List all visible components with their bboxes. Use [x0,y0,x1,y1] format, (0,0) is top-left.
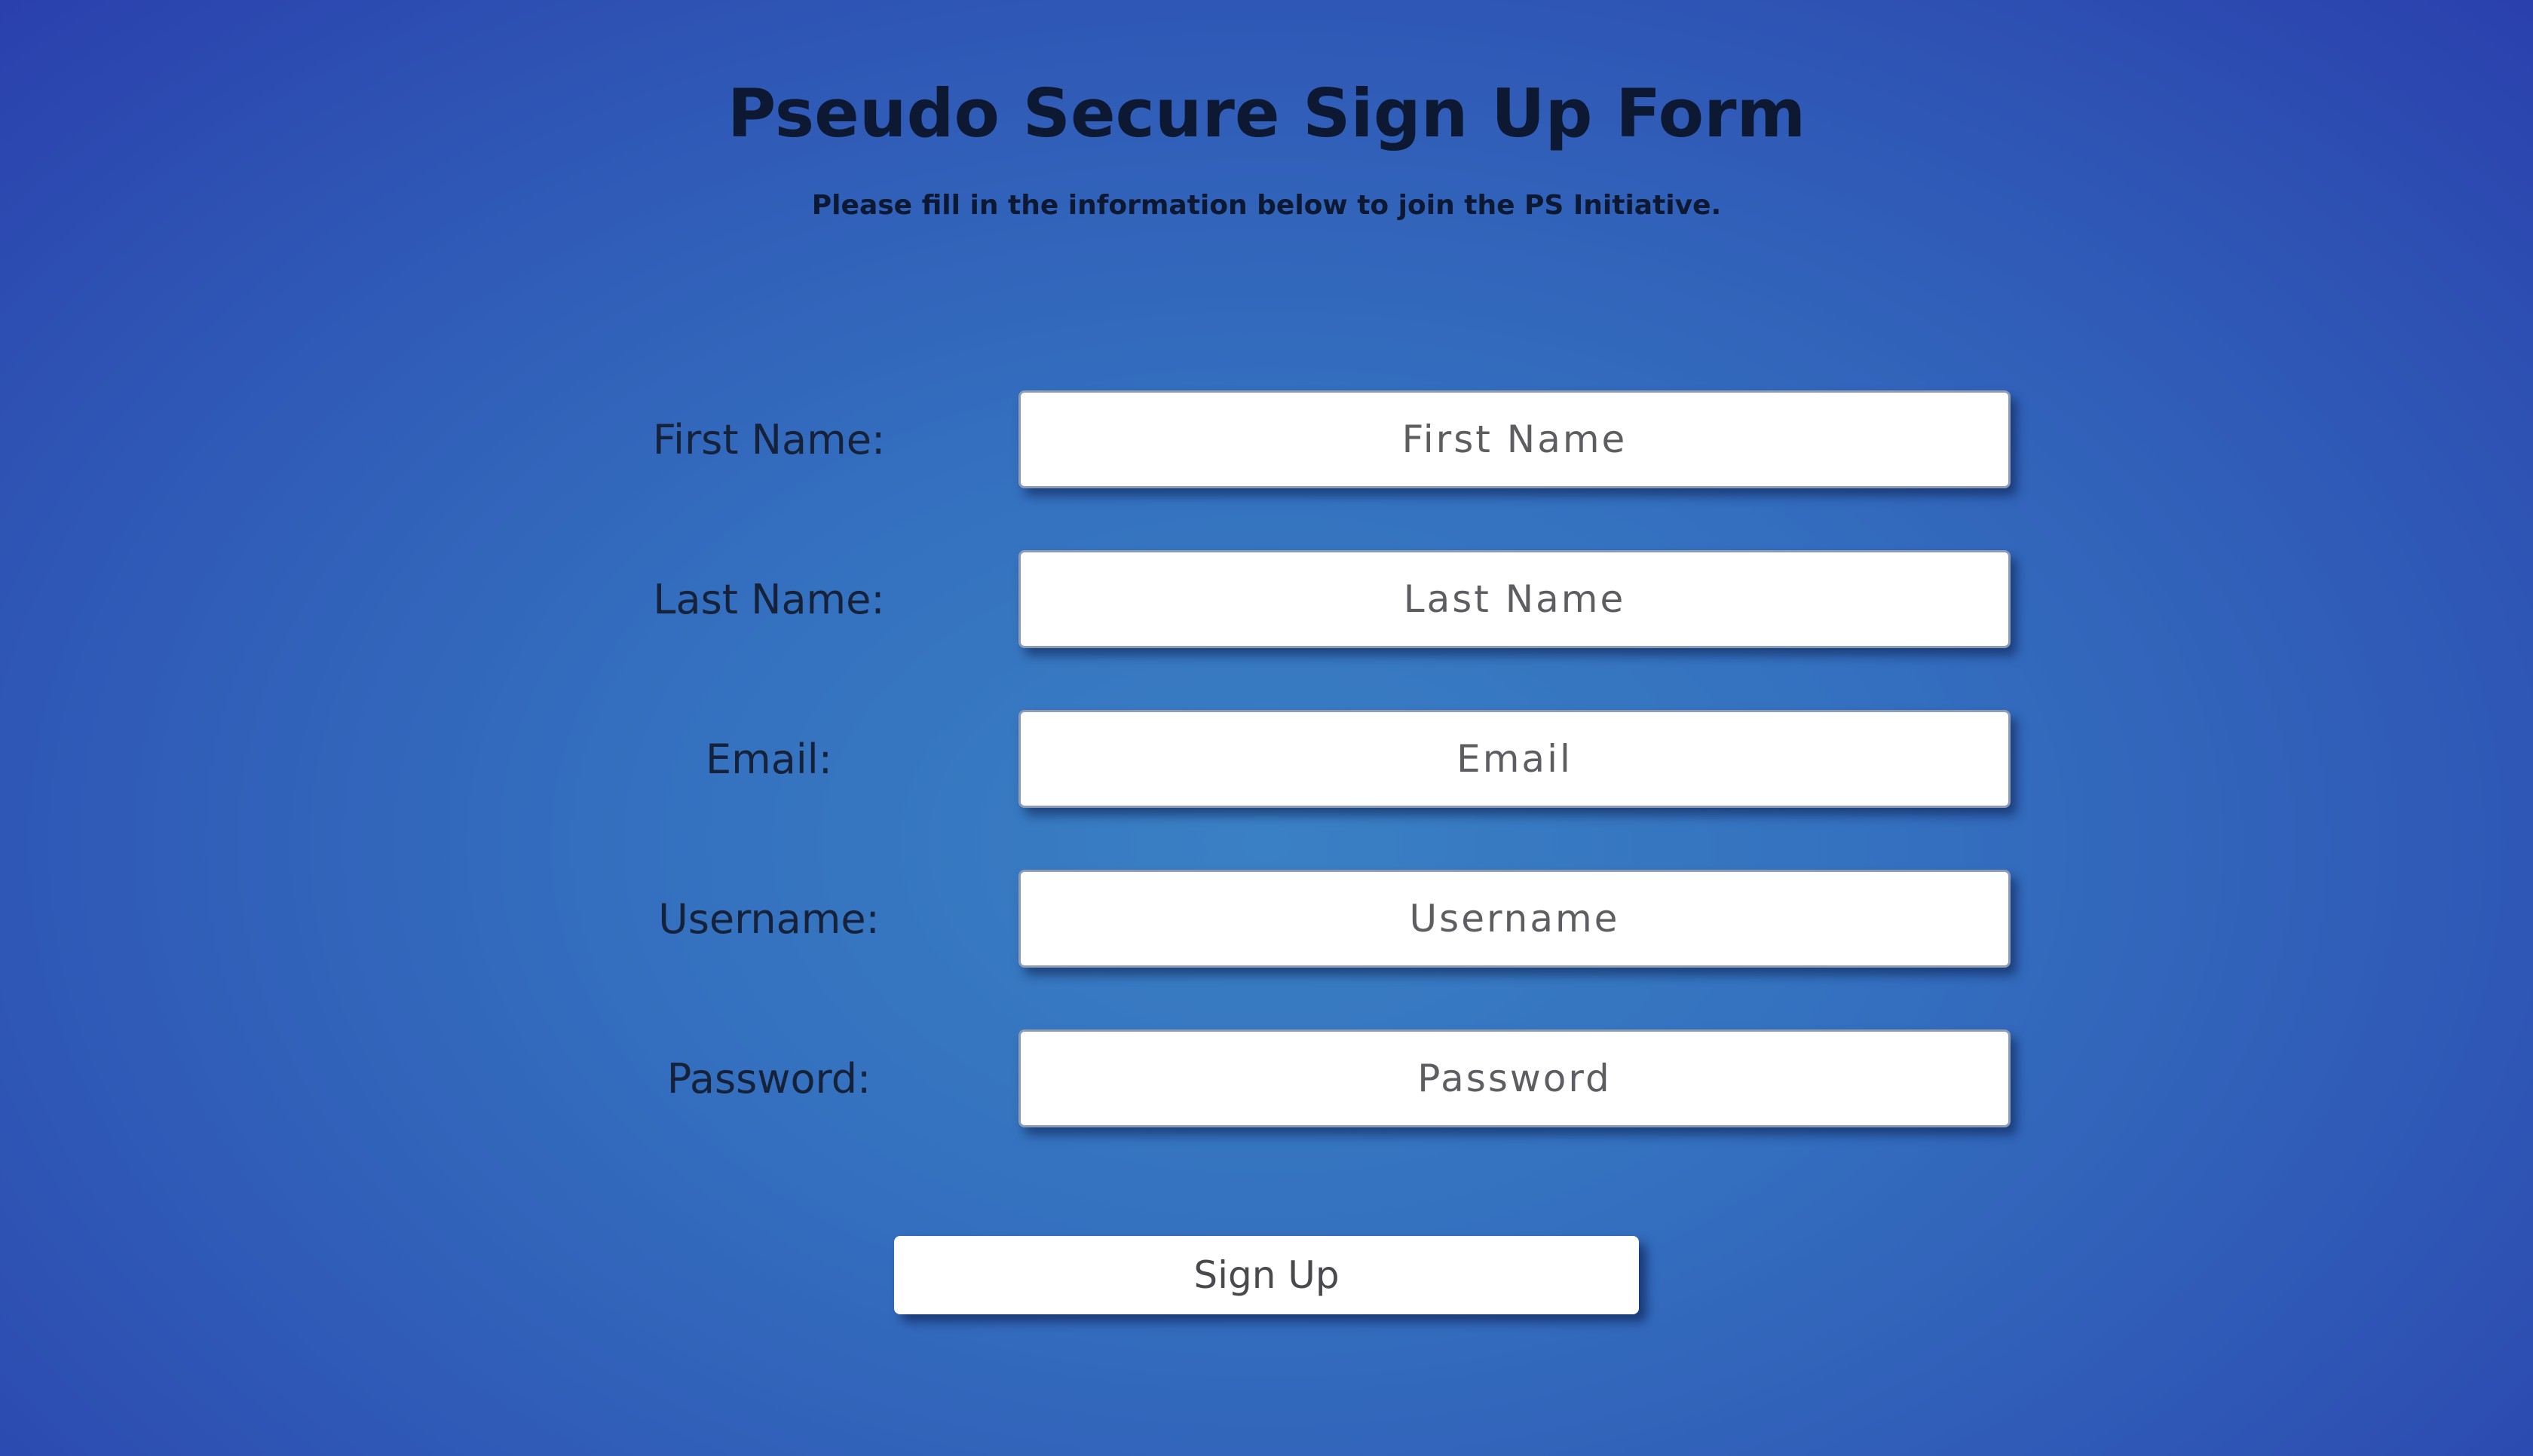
first-name-input[interactable] [1018,390,2011,488]
username-row: Username: [0,870,2533,969]
email-row: Email: [0,710,2533,809]
username-input[interactable] [1018,870,2011,968]
last-name-input[interactable] [1018,550,2011,648]
first-name-label: First Name: [652,416,886,463]
email-label: Email: [705,736,832,783]
password-label: Password: [666,1055,871,1103]
first-name-row: First Name: [0,390,2533,490]
password-input[interactable] [1018,1029,2011,1127]
signup-form: First Name: Last Name: Email: Username: … [0,0,2533,1456]
password-row: Password: [0,1029,2533,1129]
username-label: Username: [658,895,880,943]
last-name-row: Last Name: [0,550,2533,650]
email-input[interactable] [1018,710,2011,808]
sign-up-button[interactable]: Sign Up [894,1236,1639,1314]
last-name-label: Last Name: [653,576,885,623]
